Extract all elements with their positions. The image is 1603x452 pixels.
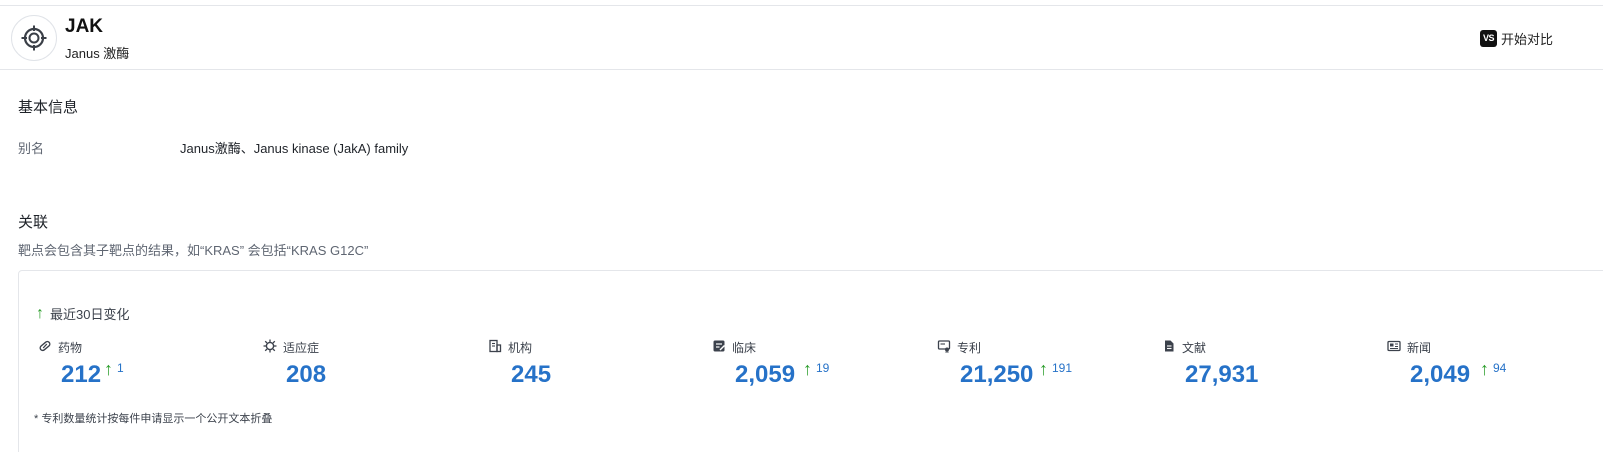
- arrow-up-icon: ↑: [1480, 359, 1489, 379]
- stat-label: 机构: [508, 341, 533, 355]
- recent-changes-label: ↑ 最近30日变化: [36, 304, 129, 323]
- start-compare-label: 开始对比: [1501, 31, 1554, 47]
- stat-delta-value: 19: [816, 360, 830, 375]
- stat-clinical: 临床 2,059 ↑ 19: [712, 339, 932, 399]
- stat-value-link[interactable]: 2,059: [735, 361, 795, 389]
- stat-delta: ↑ 1: [104, 359, 124, 380]
- stat-label: 文献: [1182, 341, 1207, 355]
- stat-organizations: 机构 245: [488, 339, 708, 399]
- stat-delta: ↑ 94: [1480, 359, 1506, 380]
- arrow-up-icon: ↑: [36, 304, 44, 322]
- arrow-up-icon: ↑: [1039, 359, 1048, 379]
- virus-icon: [263, 339, 277, 356]
- relations-heading: 关联: [18, 214, 49, 231]
- relations-note: 靶点会包含其子靶点的结果，如“KRAS” 会包括“KRAS G12C”: [18, 243, 369, 258]
- stat-label: 临床: [732, 341, 757, 355]
- stat-value-link[interactable]: 245: [511, 361, 551, 389]
- target-header: JAK Janus 激酶 VS 开始对比: [0, 6, 1603, 70]
- stat-news: 新闻 2,049 ↑ 94: [1387, 339, 1603, 399]
- stat-value-link[interactable]: 2,049: [1410, 361, 1470, 389]
- start-compare-button[interactable]: VS 开始对比: [1480, 28, 1553, 48]
- stat-delta-value: 1: [117, 360, 124, 375]
- stat-delta: ↑ 19: [803, 359, 829, 380]
- news-icon: [1387, 339, 1401, 356]
- document-icon: [1162, 339, 1176, 356]
- stat-value-link[interactable]: 212: [61, 361, 101, 389]
- page-subtitle: Janus 激酶: [65, 46, 130, 61]
- target-logo-icon: [11, 15, 57, 61]
- pill-icon: [38, 339, 52, 356]
- page-title: JAK: [65, 16, 104, 37]
- patent-footnote: * 专利数量统计按每件申请显示一个公开文本折叠: [34, 413, 273, 425]
- stat-label: 新闻: [1407, 341, 1432, 355]
- alias-label: 别名: [18, 141, 45, 156]
- alias-value: Janus激酶、Janus kinase (JakA) family: [180, 141, 409, 156]
- recent-changes-text: 最近30日变化: [50, 307, 130, 322]
- building-icon: [488, 339, 502, 356]
- stat-delta: ↑ 191: [1039, 359, 1072, 380]
- stat-indications: 适应症 208: [263, 339, 483, 399]
- vs-icon: VS: [1480, 29, 1497, 47]
- stat-delta-value: 191: [1052, 360, 1073, 375]
- stat-label: 药物: [58, 341, 83, 355]
- stat-drugs: 药物 212 ↑ 1: [38, 339, 258, 399]
- stat-label: 适应症: [283, 341, 320, 355]
- patent-icon: [937, 339, 951, 356]
- arrow-up-icon: ↑: [104, 359, 113, 379]
- stat-delta-value: 94: [1493, 360, 1507, 375]
- stat-label: 专利: [957, 341, 982, 355]
- stat-patents: 专利 21,250 ↑ 191: [937, 339, 1157, 399]
- stat-literature: 文献 27,931: [1162, 339, 1382, 399]
- arrow-up-icon: ↑: [803, 359, 812, 379]
- stat-value-link[interactable]: 208: [286, 361, 326, 389]
- stat-value-link[interactable]: 21,250: [960, 361, 1033, 389]
- clinical-icon: [712, 339, 726, 356]
- stat-value-link[interactable]: 27,931: [1185, 361, 1258, 389]
- basic-info-heading: 基本信息: [18, 99, 79, 116]
